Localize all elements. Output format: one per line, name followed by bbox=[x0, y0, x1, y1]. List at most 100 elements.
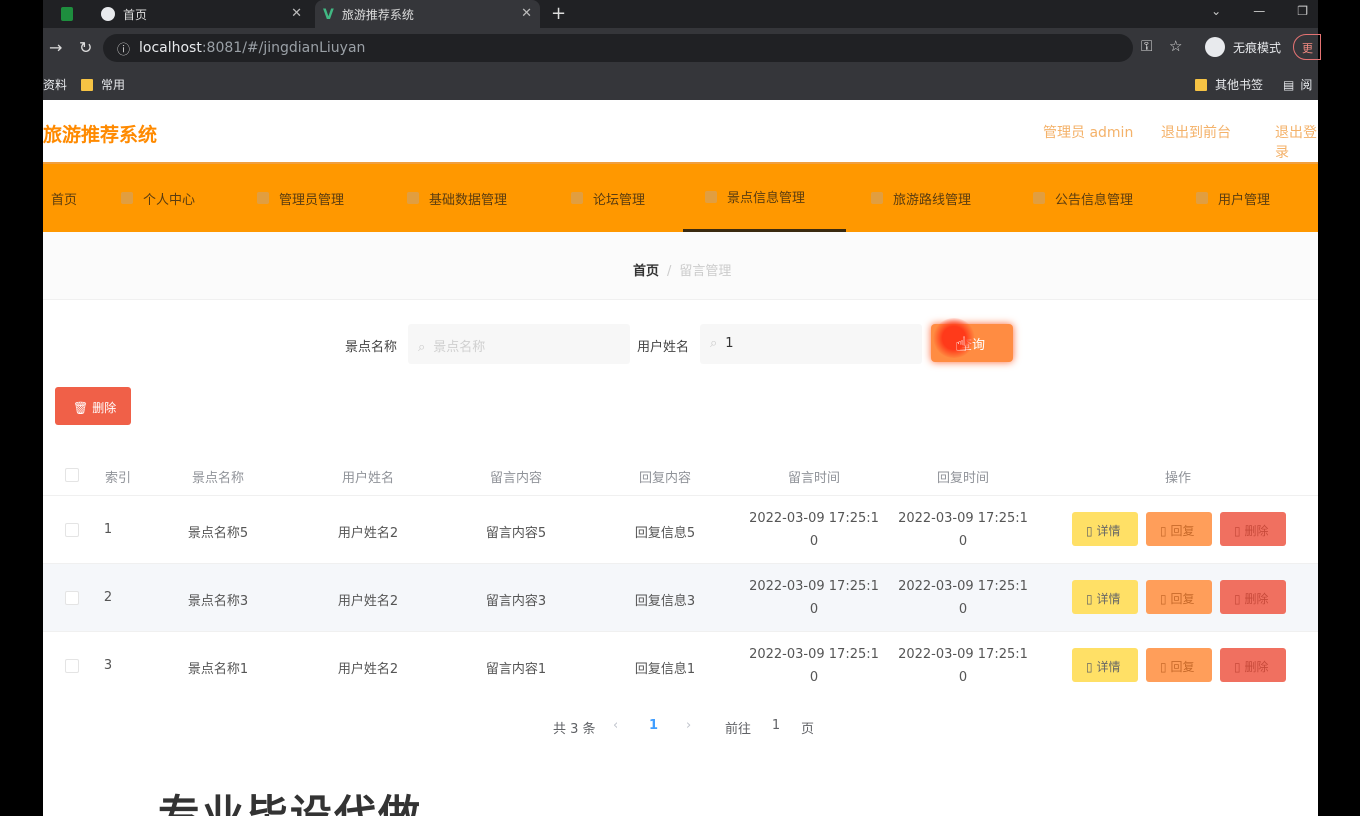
detail-button[interactable]: ▯ 详情 bbox=[1072, 580, 1138, 614]
site-header: 旅游推荐系统 管理员 admin 退出到前台 退出登录 bbox=[43, 100, 1318, 162]
reading-list[interactable]: ▤ 阅 bbox=[1283, 76, 1312, 93]
doc-icon: ▯ bbox=[1086, 660, 1093, 674]
cell-reply-time: 2022-03-09 17:25:1 0 bbox=[898, 579, 1028, 617]
col-scenic: 景点名称 bbox=[191, 471, 244, 486]
breadcrumb-bar: 首页 / 留言管理 bbox=[43, 232, 1318, 300]
menu-item-personal[interactable]: 个人中心 bbox=[121, 164, 195, 232]
reply-icon: ▯ bbox=[1160, 660, 1167, 674]
table-row: 1 景点名称5 用户姓名2 留言内容5 回复信息5 2022-03-09 17:… bbox=[43, 495, 1318, 563]
table-row: 2 景点名称3 用户姓名2 留言内容3 回复信息3 2022-03-09 17:… bbox=[43, 563, 1318, 631]
pagination-total: 共 3 条 bbox=[553, 722, 596, 737]
table-row: 3 景点名称1 用户姓名2 留言内容1 回复信息1 2022-03-09 17:… bbox=[43, 631, 1318, 699]
reply-icon: ▯ bbox=[1160, 524, 1167, 538]
delete-button[interactable]: ▯ 删除 bbox=[1220, 512, 1286, 546]
cell-index: 2 bbox=[103, 590, 113, 605]
delete-button[interactable]: ▯ 删除 bbox=[1220, 648, 1286, 682]
reply-button[interactable]: ▯ 回复 bbox=[1146, 648, 1212, 682]
back-to-front-link[interactable]: 退出到前台 bbox=[1161, 122, 1231, 142]
bookmark-item[interactable]: 资料 bbox=[43, 76, 67, 93]
cell-reply: 回复信息1 bbox=[634, 662, 696, 677]
menu-item-scenic[interactable]: 景点信息管理 bbox=[683, 164, 846, 232]
bookmark-folder-common[interactable]: 常用 bbox=[81, 76, 125, 93]
tab-travel-system[interactable]: V 旅游推荐系统 ✕ bbox=[315, 0, 540, 28]
window-controls: ⌄ — ❐ bbox=[1211, 4, 1308, 18]
table-header: 索引 景点名称 用户姓名 留言内容 回复内容 留言时间 回复时间 操作 bbox=[43, 455, 1318, 495]
star-icon[interactable]: ☆ bbox=[1169, 37, 1182, 55]
reply-icon: ▯ bbox=[1160, 592, 1167, 606]
cell-reply: 回复信息5 bbox=[634, 526, 696, 541]
cell-content: 留言内容3 bbox=[485, 594, 547, 609]
cell-reply: 回复信息3 bbox=[634, 594, 696, 609]
detail-button[interactable]: ▯ 详情 bbox=[1072, 648, 1138, 682]
col-index: 索引 bbox=[104, 471, 131, 486]
cell-user: 用户姓名2 bbox=[337, 594, 399, 609]
reply-button[interactable]: ▯ 回复 bbox=[1146, 580, 1212, 614]
page-suffix: 页 bbox=[801, 722, 815, 737]
cell-index: 1 bbox=[103, 522, 113, 537]
info-icon[interactable]: ⓘ bbox=[117, 39, 130, 58]
row-checkbox[interactable] bbox=[65, 523, 79, 537]
click-highlight bbox=[933, 318, 975, 358]
menu-icon bbox=[871, 192, 883, 204]
logout-link[interactable]: 退出登录 bbox=[1275, 122, 1318, 162]
menu-item-home[interactable]: 首页 bbox=[51, 164, 77, 232]
detail-button[interactable]: ▯ 详情 bbox=[1072, 512, 1138, 546]
menu-icon bbox=[407, 192, 419, 204]
bookmark-folder-other[interactable]: 其他书签 bbox=[1195, 76, 1263, 93]
select-all-checkbox[interactable] bbox=[65, 468, 79, 482]
reply-button[interactable]: ▯ 回复 bbox=[1146, 512, 1212, 546]
bookmarks-bar: 资料 常用 其他书签 ▤ 阅 bbox=[43, 68, 1318, 100]
url-text: localhost:8081/#/jingdianLiuyan bbox=[139, 40, 366, 56]
key-icon[interactable]: ⚿ bbox=[1141, 37, 1152, 55]
cell-reply-time: 2022-03-09 17:25:1 0 bbox=[898, 511, 1028, 549]
user-name-input[interactable]: ⌕ 1 bbox=[700, 324, 922, 364]
trash-icon: ▯ bbox=[1234, 660, 1241, 674]
close-icon[interactable]: ✕ bbox=[521, 6, 532, 21]
delete-button[interactable]: ▯ 删除 bbox=[1220, 580, 1286, 614]
doc-icon: ▯ bbox=[1086, 524, 1093, 538]
incognito-indicator[interactable]: 无痕模式 bbox=[1205, 37, 1281, 57]
row-checkbox[interactable] bbox=[65, 591, 79, 605]
tab-label: 首页 bbox=[123, 7, 148, 22]
scenic-name-label: 景点名称 bbox=[345, 340, 398, 355]
web-page: 旅游推荐系统 管理员 admin 退出到前台 退出登录 首页 个人中心 管理员管… bbox=[43, 100, 1318, 816]
admin-label: 管理员 admin bbox=[1043, 125, 1134, 141]
url-input[interactable]: ⓘ localhost:8081/#/jingdianLiuyan bbox=[103, 34, 1133, 62]
goto-page-input[interactable]: 1 bbox=[761, 718, 791, 733]
reading-list-icon: ▤ bbox=[1283, 77, 1295, 92]
reload-icon[interactable]: ↻ bbox=[79, 38, 92, 57]
breadcrumb-current: 留言管理 bbox=[679, 264, 732, 279]
folder-icon bbox=[81, 78, 93, 91]
next-page-button[interactable]: › bbox=[686, 718, 691, 733]
menu-item-forum[interactable]: 论坛管理 bbox=[571, 164, 645, 232]
close-icon[interactable]: ✕ bbox=[291, 6, 302, 21]
sheets-icon[interactable] bbox=[61, 7, 73, 21]
menu-item-notice[interactable]: 公告信息管理 bbox=[1033, 164, 1133, 232]
doc-icon: ▯ bbox=[1086, 592, 1093, 606]
browser-tab-strip: 首页 ✕ V 旅游推荐系统 ✕ + ⌄ — ❐ bbox=[43, 0, 1318, 28]
cell-msg-time: 2022-03-09 17:25:1 0 bbox=[749, 579, 879, 617]
page-number[interactable]: 1 bbox=[649, 718, 658, 733]
breadcrumb-home[interactable]: 首页 bbox=[633, 264, 659, 279]
menu-item-basic-data[interactable]: 基础数据管理 bbox=[407, 164, 507, 232]
row-checkbox[interactable] bbox=[65, 659, 79, 673]
restore-icon[interactable]: ❐ bbox=[1297, 4, 1308, 18]
update-button[interactable]: 更 bbox=[1293, 34, 1321, 60]
main-menu: 首页 个人中心 管理员管理 基础数据管理 论坛管理 景点信息管理 旅游路线管理 … bbox=[43, 162, 1318, 232]
minimize-icon[interactable]: — bbox=[1253, 4, 1265, 18]
batch-delete-button[interactable]: 🗑 删除 bbox=[55, 387, 131, 425]
incognito-label: 无痕模式 bbox=[1233, 40, 1282, 55]
menu-item-user[interactable]: 用户管理 bbox=[1196, 164, 1270, 232]
tab-home[interactable]: 首页 ✕ bbox=[95, 0, 310, 28]
cell-content: 留言内容1 bbox=[485, 662, 547, 677]
new-tab-icon[interactable]: + bbox=[551, 3, 566, 24]
forward-icon[interactable]: → bbox=[49, 38, 62, 57]
prev-page-button[interactable]: ‹ bbox=[613, 718, 618, 733]
col-reply-time: 回复时间 bbox=[936, 471, 989, 486]
scenic-name-input[interactable]: ⌕ 景点名称 bbox=[408, 324, 630, 364]
menu-item-admin[interactable]: 管理员管理 bbox=[257, 164, 344, 232]
search-icon: ⌕ bbox=[418, 340, 426, 355]
chevron-down-icon[interactable]: ⌄ bbox=[1211, 4, 1221, 18]
menu-icon bbox=[257, 192, 269, 204]
menu-item-route[interactable]: 旅游路线管理 bbox=[871, 164, 971, 232]
